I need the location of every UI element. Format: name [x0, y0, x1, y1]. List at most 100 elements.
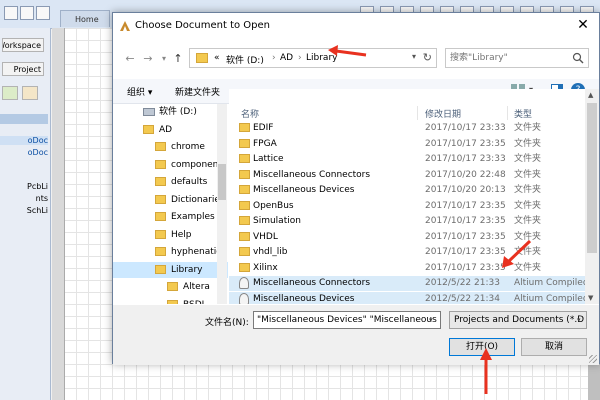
home-tab-label: Home — [75, 15, 99, 24]
file-row[interactable]: Miscellaneous Devices 2012/5/22 21:34 Alti… — [229, 291, 589, 304]
recent-dropdown-icon[interactable]: ▾ — [157, 52, 171, 66]
file-date: 2017/10/17 23:35 — [425, 231, 506, 242]
app-logo-icon — [120, 21, 130, 31]
folder-icon — [239, 262, 250, 272]
toolbar-icon[interactable] — [4, 6, 18, 20]
up-arrow-icon[interactable]: ↑ — [171, 52, 185, 66]
folder-icon — [196, 53, 208, 63]
tree-item[interactable]: chrome — [113, 139, 228, 155]
file-type: 文件夹 — [514, 154, 542, 164]
tree-item[interactable]: defaults — [113, 174, 228, 190]
filetype-select[interactable]: Projects and Documents (*.D — [449, 311, 587, 329]
breadcrumb-drive[interactable]: 软件 (D:) — [226, 53, 264, 66]
list-scrollbar[interactable]: ▲ ▼ — [585, 89, 599, 304]
folder-icon — [143, 124, 154, 134]
search-icon — [572, 52, 584, 64]
project-item[interactable]: oDoc — [0, 136, 48, 145]
pin-icon[interactable] — [36, 6, 50, 20]
scroll-thumb[interactable] — [218, 164, 226, 200]
file-row[interactable]: Miscellaneous Connectors 2017/10/20 22:48… — [229, 168, 585, 183]
breadcrumb-overflow[interactable]: « — [214, 53, 220, 63]
file-row[interactable]: Miscellaneous Devices 2017/10/20 20:13 文件夹 — [229, 183, 585, 198]
file-date: 2017/10/17 23:35 — [425, 216, 506, 226]
tree-item[interactable]: Altera — [113, 279, 228, 295]
file-name: Miscellaneous Connectors — [253, 169, 371, 180]
folder-icon — [239, 216, 250, 225]
organize-button[interactable]: 组织 ▾ — [127, 85, 152, 98]
tree-item[interactable]: Library — [113, 261, 228, 278]
filename-input[interactable]: "Miscellaneous Devices" "Miscellaneous — [253, 311, 441, 329]
file-type: 文件夹 — [514, 123, 542, 133]
chevron-down-icon[interactable]: ▾ — [429, 316, 433, 324]
column-header-type[interactable]: 类型 — [514, 107, 532, 120]
resize-grip-icon[interactable] — [589, 355, 597, 363]
folder-icon — [167, 282, 178, 291]
back-arrow-icon[interactable]: ← — [123, 52, 137, 66]
open-file-dialog: Choose Document to Open ✕ ← → ▾ ↑ « 软件 (… — [112, 12, 600, 365]
address-bar[interactable]: « 软件 (D:) › AD › Library ▾ ↻ — [189, 48, 437, 68]
project-button[interactable]: Project — [2, 62, 44, 76]
project-item[interactable]: SchLi — [0, 206, 48, 215]
forward-arrow-icon[interactable]: → — [141, 52, 155, 66]
file-row[interactable]: Miscellaneous Connectors 2012/5/22 21:33 A… — [229, 276, 589, 291]
new-folder-button[interactable]: 新建文件夹 — [175, 85, 220, 98]
file-row[interactable]: EDIF 2017/10/17 23:33 文件夹 — [229, 121, 585, 136]
chevron-down-icon[interactable]: ▾ — [577, 316, 581, 324]
file-date: 2017/10/17 23:35 — [425, 247, 506, 257]
annotation-arrow-icon — [328, 45, 367, 57]
cancel-button[interactable]: 取消 — [521, 338, 587, 356]
project-tool-icon[interactable] — [2, 86, 18, 100]
home-tab[interactable]: Home — [60, 10, 110, 27]
tree-item[interactable]: Help — [113, 227, 228, 243]
library-file-icon — [239, 277, 249, 289]
file-name: Lattice — [253, 154, 284, 164]
workspace-button[interactable]: Workspace — [2, 38, 44, 52]
tree-item-label: Help — [171, 229, 192, 240]
file-type: 文件夹 — [514, 138, 542, 149]
tree-item-label: Library — [171, 264, 203, 275]
tree-item-label: 软件 (D:) — [159, 107, 197, 117]
tree-item[interactable]: AD — [113, 122, 228, 138]
project-item[interactable]: nts — [0, 194, 48, 203]
toolbar-icon[interactable] — [20, 6, 34, 20]
folder-icon — [239, 123, 250, 132]
file-row[interactable]: Simulation 2017/10/17 23:35 文件夹 — [229, 214, 585, 229]
tree-item[interactable]: BSDL — [113, 297, 228, 304]
project-tool-icon[interactable] — [22, 86, 38, 100]
chevron-down-icon[interactable]: ▾ — [412, 52, 416, 61]
column-header-name[interactable]: 名称 — [241, 107, 259, 120]
scroll-thumb[interactable] — [587, 103, 597, 253]
search-input[interactable] — [450, 51, 560, 65]
tree-item[interactable]: 软件 (D:) — [113, 104, 228, 120]
folder-icon — [155, 212, 166, 221]
file-row[interactable]: OpenBus 2017/10/17 23:35 文件夹 — [229, 199, 585, 214]
search-box[interactable] — [445, 48, 589, 68]
dialog-title-bar[interactable]: Choose Document to Open ✕ — [113, 13, 599, 39]
tree-item[interactable]: components — [113, 157, 228, 173]
panel-header — [0, 114, 48, 124]
refresh-icon[interactable]: ↻ — [423, 51, 432, 64]
tree-item[interactable]: Examples — [113, 209, 228, 225]
tree-scrollbar[interactable] — [217, 104, 227, 304]
folder-icon — [155, 229, 166, 239]
file-type: 文件夹 — [514, 216, 542, 226]
file-row[interactable]: FPGA 2017/10/17 23:35 文件夹 — [229, 137, 585, 152]
folder-icon — [239, 185, 250, 194]
annotation-arrow-icon — [502, 239, 532, 268]
column-header-date[interactable]: 修改日期 — [425, 107, 461, 120]
file-row[interactable]: Lattice 2017/10/17 23:33 文件夹 — [229, 152, 585, 167]
tree-item[interactable]: Dictionaries — [113, 192, 228, 208]
file-type: 文件夹 — [514, 185, 542, 195]
app-left-panel: Workspace Project oDoc oDoc PcbLi nts Sc… — [0, 28, 51, 400]
project-item[interactable]: PcbLi — [0, 182, 48, 191]
column-separator[interactable] — [507, 106, 508, 120]
file-name: Xilinx — [253, 262, 278, 273]
filename-label: 文件名(N): — [205, 318, 249, 328]
close-icon[interactable]: ✕ — [575, 17, 591, 33]
scroll-down-icon[interactable]: ▼ — [588, 294, 593, 302]
breadcrumb-ad[interactable]: AD — [280, 53, 293, 63]
column-separator[interactable] — [417, 106, 418, 120]
project-item[interactable]: oDoc — [0, 148, 48, 157]
scroll-up-icon[interactable]: ▲ — [588, 91, 593, 99]
tree-item[interactable]: hyphenation — [113, 244, 228, 260]
